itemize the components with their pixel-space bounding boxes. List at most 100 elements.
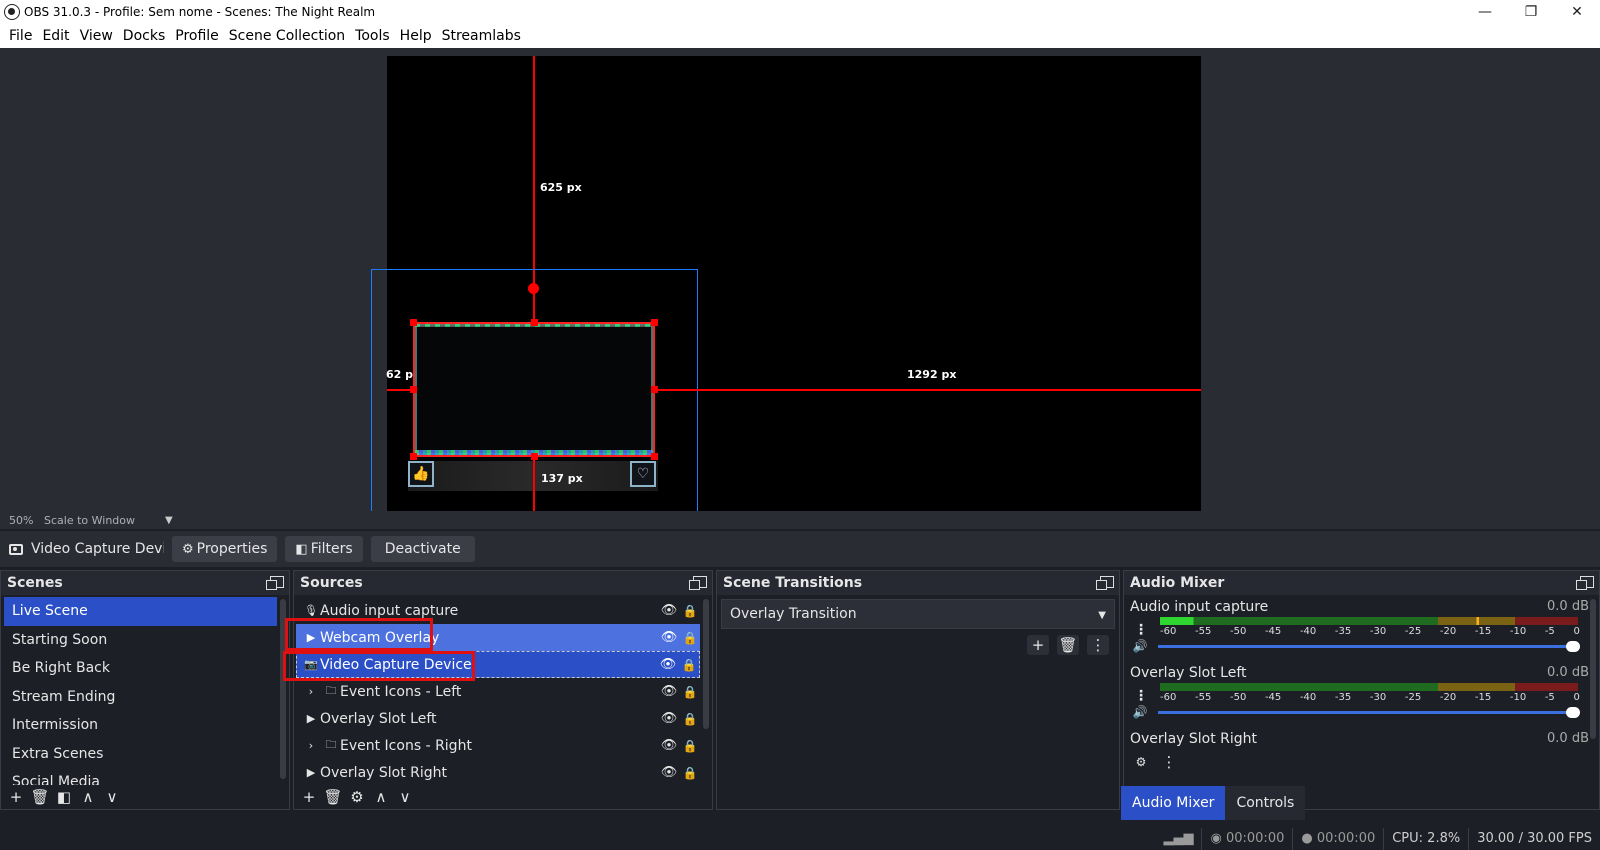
source-row[interactable]: › 🗀 Event Icons - Right 👁 🔒 (296, 732, 700, 759)
scene-item-stream-ending[interactable]: Stream Ending (4, 683, 277, 712)
move-scene-up-button[interactable]: ∧ (77, 787, 99, 807)
visibility-eye-icon[interactable]: 👁 (658, 630, 680, 645)
expand-arrow-icon[interactable]: › (304, 685, 318, 698)
mixer-scrollbar[interactable] (1590, 599, 1596, 739)
rotate-handle[interactable] (528, 283, 539, 294)
resize-handle-left[interactable] (410, 386, 417, 393)
volume-slider[interactable] (1158, 640, 1580, 652)
menu-tools[interactable]: Tools (350, 24, 395, 48)
menu-help[interactable]: Help (395, 24, 437, 48)
undock-icon[interactable] (266, 576, 284, 590)
maximize-button[interactable]: ❐ (1508, 0, 1554, 24)
speaker-icon[interactable]: 🔊 (1130, 639, 1150, 653)
transition-select[interactable]: Overlay Transition ▼ (721, 599, 1115, 629)
scale-mode-select[interactable]: Scale to Window (40, 514, 165, 527)
scale-mode-dropdown-icon[interactable]: ▼ (165, 515, 173, 526)
mixer-title: Audio Mixer (1130, 575, 1225, 591)
remove-source-button[interactable]: 🗑 (322, 787, 344, 807)
minimize-button[interactable]: — (1462, 0, 1508, 24)
scene-filters-button[interactable]: ◧ (53, 787, 75, 807)
resize-handle-right[interactable] (651, 386, 658, 393)
move-scene-down-button[interactable]: ∨ (101, 787, 123, 807)
menu-scene-collection[interactable]: Scene Collection (224, 24, 350, 48)
remove-scene-button[interactable]: 🗑 (29, 787, 51, 807)
tab-audio-mixer[interactable]: Audio Mixer (1121, 786, 1226, 820)
menu-profile[interactable]: Profile (170, 24, 224, 48)
mixer-menu-icon[interactable]: ⋮ (1158, 752, 1180, 772)
scene-item-be-right-back[interactable]: Be Right Back (4, 654, 277, 683)
visibility-eye-icon[interactable]: 👁 (658, 738, 680, 753)
scene-item-live-scene[interactable]: Live Scene (4, 597, 277, 626)
lock-icon[interactable]: 🔒 (680, 631, 700, 645)
lock-icon[interactable]: 🔒 (680, 739, 700, 753)
lock-icon[interactable]: 🔒 (679, 658, 699, 672)
filters-label: Filters (310, 541, 353, 557)
scene-item-social-media[interactable]: Social Media (4, 768, 277, 785)
transitions-title: Scene Transitions (723, 575, 863, 591)
expand-arrow-icon[interactable]: › (304, 739, 318, 752)
menu-edit[interactable]: Edit (37, 24, 74, 48)
visibility-eye-icon[interactable]: 👁 (658, 684, 680, 699)
scene-item-starting-soon[interactable]: Starting Soon (4, 626, 277, 655)
undock-icon[interactable] (1096, 576, 1114, 590)
visibility-eye-icon[interactable]: 👁 (658, 765, 680, 780)
scale-tick: -35 (1334, 626, 1352, 637)
filters-button[interactable]: ◧ Filters (285, 536, 363, 562)
menu-file[interactable]: File (4, 24, 37, 48)
lock-icon[interactable]: 🔒 (680, 604, 700, 618)
volume-slider[interactable] (1158, 706, 1580, 718)
lock-icon[interactable]: 🔒 (680, 685, 700, 699)
undock-icon[interactable] (1576, 576, 1594, 590)
scale-tick: -55 (1194, 692, 1212, 703)
mixer-header: Audio Mixer (1124, 571, 1599, 595)
preview-area[interactable]: 625 px 62 px 1292 px 👍 ♡ 137 px (0, 48, 1600, 514)
scene-item-intermission[interactable]: Intermission (4, 711, 277, 740)
source-row[interactable]: ▶ Overlay Slot Right 👁 🔒 (296, 759, 700, 786)
undock-icon[interactable] (689, 576, 707, 590)
source-properties-button[interactable]: ⚙ (346, 787, 368, 807)
sources-scrollbar[interactable] (703, 599, 709, 729)
thumbs-up-icon: 👍 (408, 461, 434, 487)
lock-icon[interactable]: 🔒 (680, 712, 700, 726)
distance-label-right: 1292 px (907, 368, 957, 381)
speaker-icon[interactable]: 🔊 (1130, 705, 1150, 719)
visibility-eye-icon[interactable]: 👁 (658, 711, 680, 726)
menu-bar: File Edit View Docks Profile Scene Colle… (0, 24, 1600, 48)
webcam-frame[interactable] (413, 322, 655, 457)
resize-handle-top-right[interactable] (651, 319, 658, 326)
visibility-eye-icon[interactable]: 👁 (658, 603, 680, 618)
source-row[interactable]: ▶ Overlay Slot Left 👁 🔒 (296, 705, 700, 732)
move-source-up-button[interactable]: ∧ (370, 787, 392, 807)
visibility-eye-icon[interactable]: 👁 (657, 657, 679, 672)
source-name: Overlay Slot Left (320, 710, 437, 727)
menu-docks[interactable]: Docks (118, 24, 170, 48)
advanced-audio-gear-icon[interactable]: ⚙ (1130, 752, 1152, 772)
resize-handle-bottom-left[interactable] (410, 453, 417, 460)
resize-handle-top-left[interactable] (410, 319, 417, 326)
record-icon: ● (1301, 831, 1317, 846)
close-button[interactable]: ✕ (1554, 0, 1600, 24)
volume-slider-knob[interactable] (1566, 706, 1580, 718)
properties-button[interactable]: ⚙ Properties (172, 536, 278, 562)
transition-menu-button[interactable]: ⋮ (1087, 635, 1109, 655)
menu-view[interactable]: View (75, 24, 118, 48)
lock-icon[interactable]: 🔒 (680, 766, 700, 780)
add-source-button[interactable]: + (298, 787, 320, 807)
tab-controls[interactable]: Controls (1225, 786, 1306, 820)
volume-slider-knob[interactable] (1566, 640, 1580, 652)
deactivate-button[interactable]: Deactivate (370, 536, 475, 562)
move-source-down-button[interactable]: ∨ (394, 787, 416, 807)
remove-transition-button[interactable]: 🗑 (1057, 635, 1079, 655)
transitions-dock: Scene Transitions Overlay Transition ▼ +… (716, 570, 1120, 810)
add-transition-button[interactable]: + (1027, 635, 1049, 655)
resize-handle-bottom-right[interactable] (651, 453, 658, 460)
channel-menu-icon[interactable]: ⋮ (1134, 688, 1148, 704)
source-row[interactable]: › 🗀 Event Icons - Left 👁 🔒 (296, 678, 700, 705)
add-scene-button[interactable]: + (5, 787, 27, 807)
source-name: Overlay Slot Right (320, 764, 448, 781)
resize-handle-top[interactable] (531, 319, 538, 326)
menu-streamlabs[interactable]: Streamlabs (437, 24, 526, 48)
camera-icon (9, 543, 23, 555)
channel-menu-icon[interactable]: ⋮ (1134, 622, 1148, 638)
scene-item-extra-scenes[interactable]: Extra Scenes (4, 740, 277, 769)
